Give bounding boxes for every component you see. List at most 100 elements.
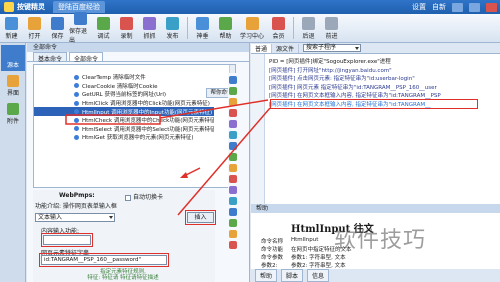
palette-tool-icon[interactable] [229,131,237,139]
toolbar-button-label: 录制 [120,32,133,40]
list-item[interactable]: ClearCookie 清除临时Cookie [34,82,214,91]
app-title: 按键精灵 [17,3,45,11]
help-label-param2: 参数2: [261,263,278,269]
auto-switch-label: 自动切换卡 [133,194,164,201]
tab-help[interactable]: 帮助 [255,269,278,282]
toolbar-button-grab[interactable]: 抓抓 [138,16,161,40]
command-label: HtmlClick 调用浏览器中的Click功能(网页元素特征) [82,101,210,108]
list-item[interactable]: HtmlSelect 调用浏览器中的Select功能(网页元素特征) [34,125,214,134]
insert-highlight-box [185,210,216,225]
save-icon [51,16,64,30]
palette-tool-icon[interactable] [229,87,237,95]
code-highlight-box [270,99,478,109]
auto-switch-checkbox[interactable] [125,194,131,201]
palette-tool-icon[interactable] [229,153,237,161]
input-type-value: 文本输入 [38,214,63,221]
command-label: GetURL 获得当前标签的网址(Url) [82,92,167,99]
settings-menu[interactable]: 设置 [412,2,426,12]
app-logo-icon [4,2,14,12]
code-line[interactable]: [网页插件] 网页元素 指定特征串为"id:TANGRAM__PSP_160__… [269,83,497,92]
code-line[interactable]: PID = [网页插件]绑定"SogouExplorer.exe"进程 [269,57,497,66]
toolbar-button-save-exit[interactable]: 保存退出 [69,12,92,44]
list-item[interactable]: ClearTemp 清除临时文件 [34,73,214,82]
toolbar-button-label: 调试 [97,32,110,40]
record-icon [120,16,133,30]
command-icon [74,126,79,132]
toolbar-button-label: 保存退出 [69,28,88,44]
toolbar-button-learn[interactable]: 学习中心 [237,16,267,40]
hint-line-2: 特征: 特征请 特征请特征描述 [87,275,159,281]
toolbar-button-tool[interactable]: 神垂 [191,16,214,40]
command-label: ClearTemp 清除临时文件 [82,75,146,82]
minimize-button[interactable] [452,2,463,12]
palette-tool-icon[interactable] [229,230,237,238]
tab-script[interactable]: 脚本 [281,269,304,282]
toolbar-button-open[interactable]: 打开 [23,16,46,40]
command-panel: 全部命令 基本命令 全部命令 ClearTemp 清除临时文件 ClearCook… [27,43,250,282]
list-item[interactable]: HtmlInput 调用浏览器中的Input功能(网页元素特征) [34,107,214,116]
palette-tool-icon[interactable] [229,186,237,194]
palette-tool-icon[interactable] [229,164,237,172]
command-icon [74,83,79,89]
toolbar-separator [293,17,294,39]
close-button[interactable] [486,2,497,12]
subroutine-select[interactable]: 搜索子程序 [303,44,362,52]
toolbar-button-back[interactable]: 后退 [297,16,320,40]
maximize-button[interactable] [469,2,480,12]
tab-normal[interactable]: 普通 [251,43,273,53]
tab-all-commands[interactable]: 全部命令 [69,52,104,63]
sidebar-item-label: 源本 [6,62,19,69]
toolbar-button-publish[interactable]: 发布 [161,16,184,40]
form-title: WebPmps: [59,192,95,199]
feature-hint-2: 特征: 特征请 特征请特征描述 [63,275,183,282]
palette-tool-icon[interactable] [229,120,237,128]
toolbar-button-label: 帮助 [219,32,232,40]
left-sidebar: 源本 界面 附件 [0,43,26,282]
command-palette [228,73,238,273]
update-menu[interactable]: 自新 [432,2,446,12]
palette-tool-icon[interactable] [229,98,237,106]
save-exit-icon [74,12,87,25]
grab-icon [143,16,156,30]
code-line[interactable]: [网页插件] 打开网址"http://jingyan.baidu.com" [269,66,497,75]
toolbar-button-vip[interactable]: 会员 [267,16,290,40]
sidebar-item-source[interactable]: 源本 [1,45,25,71]
list-item[interactable]: GetURL 获得当前标签的网址(Url) [34,90,214,99]
sidebar-item-attach[interactable]: 附件 [1,101,25,127]
toolbar-button-new[interactable]: 新建 [0,16,23,40]
command-tabs: 基本命令 全部命令 [27,52,249,63]
script-editor[interactable]: PID = [网页插件]绑定"SogouExplorer.exe"进程 [网页插件… [251,54,500,204]
toolbar-button-save[interactable]: 保存 [46,16,69,40]
palette-tool-icon[interactable] [229,142,237,150]
input-type-select[interactable]: 文本输入 [35,213,115,222]
tab-source[interactable]: 源文件 [272,43,300,53]
list-item[interactable]: HtmlGet 获取浏览器中的元素(网页元素特征) [34,133,214,142]
list-item[interactable]: HtmlClick 调用浏览器中的Click功能(网页元素特征) [34,99,214,108]
palette-tool-icon[interactable] [229,175,237,183]
palette-tool-icon[interactable] [229,219,237,227]
auto-switch-option[interactable]: 自动切换卡 [125,192,163,201]
command-icon [74,91,79,97]
sidebar-item-label: 界面 [6,90,19,97]
toolbar-button-debug[interactable]: 调试 [92,16,115,40]
palette-tool-icon[interactable] [229,109,237,117]
code-line[interactable]: [网页插件] 点击网页元素: 指定特征串为"id:userbar-login" [269,74,497,83]
help-icon [219,16,232,30]
toolbar-button-help[interactable]: 帮助 [214,16,237,40]
toolbar-button-forward[interactable]: 前进 [320,16,343,40]
list-item[interactable]: HtmlCheck 调用浏览器中的Check功能(网页元素特征) [34,116,214,125]
toolbar-button-label: 发布 [166,32,179,40]
editor-tabs: 普通 源文件 搜索子程序 [251,43,500,54]
function-intro: 功能介绍: 操作网页表单输入框 [35,203,117,210]
help-text-param1: 参数1: 字符串型, 文本 [291,255,346,261]
sidebar-item-ui[interactable]: 界面 [1,73,25,99]
palette-tool-icon[interactable] [229,197,237,205]
toolbar-button-label: 新建 [5,32,18,40]
toolbar-button-record[interactable]: 录制 [115,16,138,40]
tab-info[interactable]: 信息 [307,269,330,282]
tab-basic-commands[interactable]: 基本命令 [33,52,68,63]
command-icon [74,100,79,106]
palette-tool-icon[interactable] [229,241,237,249]
palette-tool-icon[interactable] [229,208,237,216]
palette-tool-icon[interactable] [229,76,237,84]
